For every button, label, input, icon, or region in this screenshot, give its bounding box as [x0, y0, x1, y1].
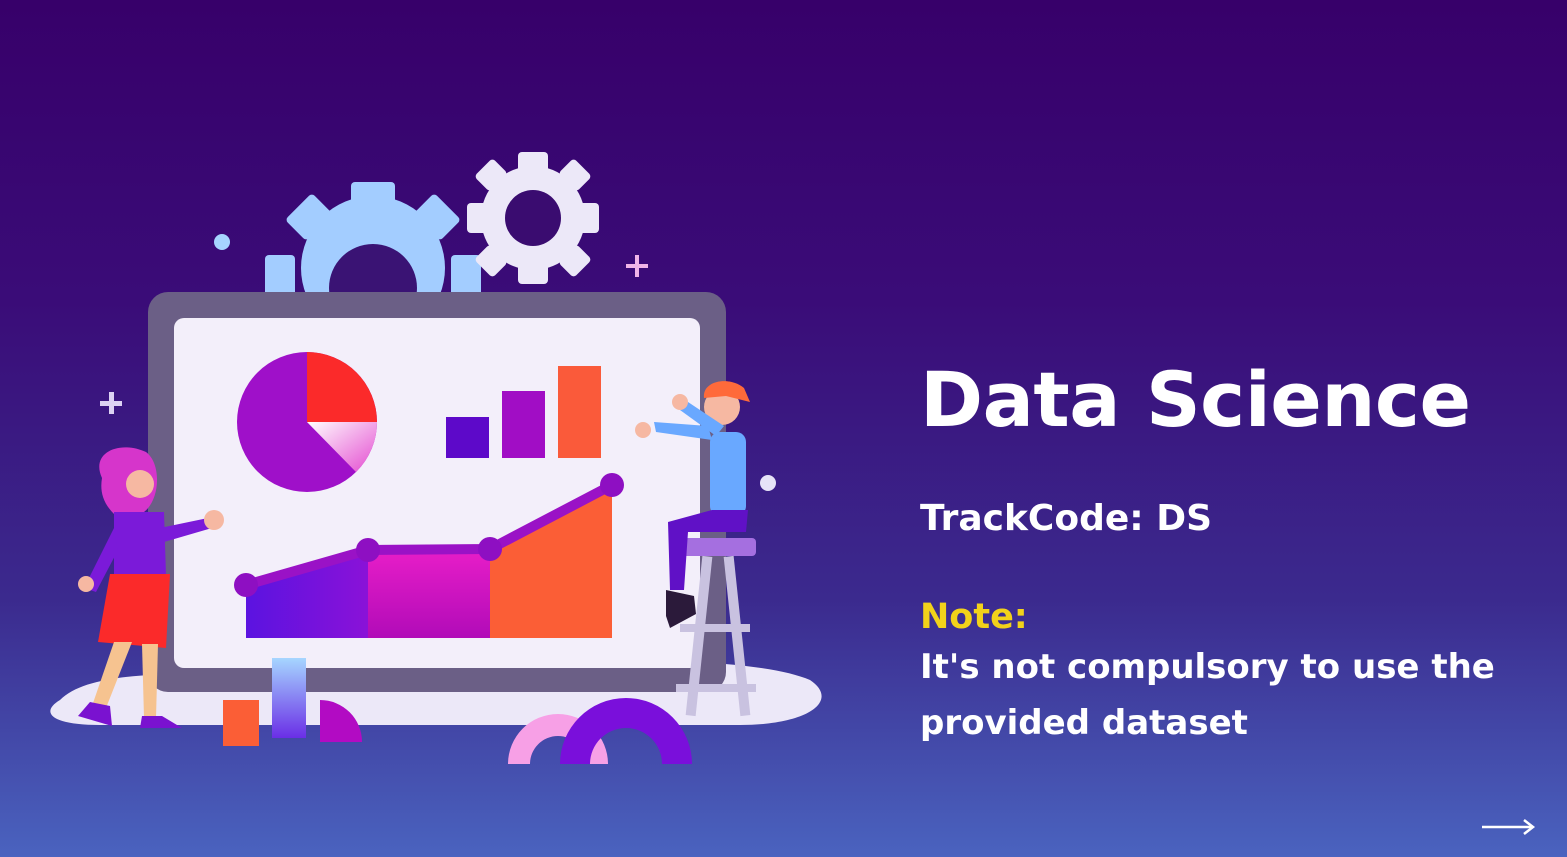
- sparkle-plus-icon: [100, 392, 122, 414]
- floor-block: [223, 700, 259, 746]
- trackcode-label: TrackCode: DS: [920, 497, 1213, 539]
- sparkle-dot-icon: [760, 475, 776, 491]
- slide-title: Data Science: [920, 355, 1471, 444]
- sparkle-dot-icon: [214, 234, 230, 250]
- next-slide-button[interactable]: [1478, 812, 1538, 842]
- pie-chart-graphic: [237, 352, 378, 492]
- data-science-illustration: [40, 140, 840, 780]
- sparkle-plus-icon: [626, 255, 648, 277]
- arrow-right-icon: [1482, 819, 1536, 835]
- floor-pillar: [272, 658, 306, 738]
- note-label: Note:: [920, 596, 1028, 637]
- slide-text-panel: Data Science TrackCode: DS Note: It's no…: [920, 360, 1540, 751]
- note-text: It's not compulsory to use the provided …: [920, 646, 1495, 743]
